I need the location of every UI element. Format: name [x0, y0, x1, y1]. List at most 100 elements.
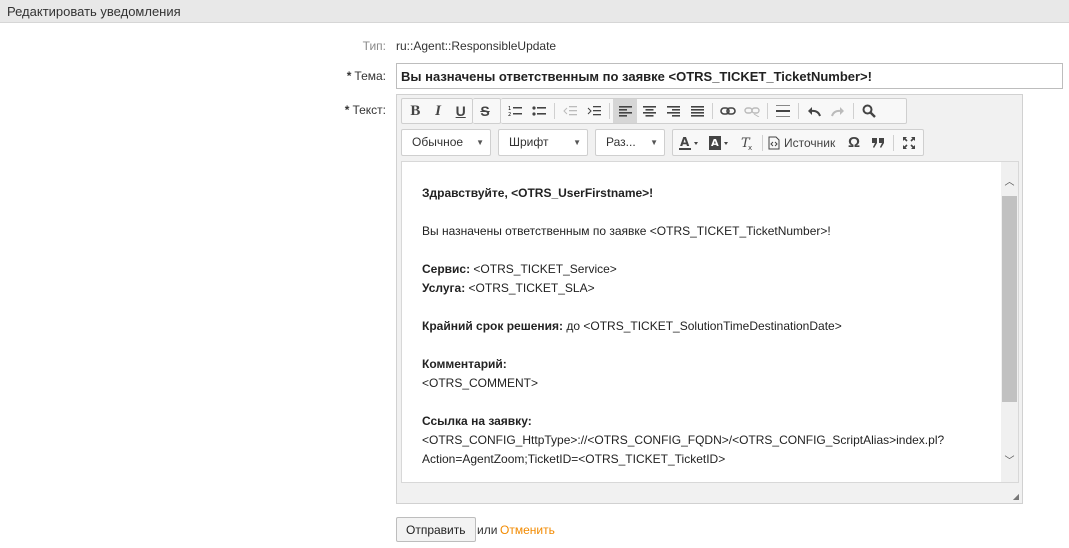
strike-button[interactable]: S: [473, 99, 497, 123]
chevron-down-icon: ▼: [573, 138, 581, 147]
align-center-icon: [642, 105, 656, 117]
text-label-text: Текст:: [352, 103, 386, 117]
toolbar-separator: [893, 134, 894, 151]
service-label: Сервис:: [422, 262, 471, 276]
justify-button[interactable]: [685, 99, 709, 123]
link-label: Ссылка на заявку:: [422, 414, 532, 428]
comment-value: <OTRS_COMMENT>: [422, 376, 539, 390]
toolbar-group-basic: B I U: [401, 98, 473, 124]
horizontal-rule-icon: [776, 105, 790, 117]
remove-format-button[interactable]: Tx: [735, 131, 759, 155]
source-button[interactable]: Источник: [766, 131, 842, 155]
quote-icon: [872, 137, 884, 148]
greeting-text: Здравствуйте, <OTRS_UserFirstname>!: [422, 186, 654, 200]
redo-button[interactable]: [826, 99, 850, 123]
outdent-button[interactable]: [558, 99, 582, 123]
toolbar-separator: [767, 103, 768, 119]
align-left-icon: [618, 105, 632, 117]
source-icon: [768, 136, 780, 149]
indent-button[interactable]: [582, 99, 606, 123]
unlink-button[interactable]: [740, 99, 764, 123]
svg-text:A: A: [711, 138, 719, 149]
type-value: ru::Agent::ResponsibleUpdate: [396, 39, 557, 53]
source-label: Источник: [784, 135, 836, 150]
toolbar-separator: [762, 134, 763, 151]
chevron-down-icon: ▼: [476, 138, 484, 147]
bg-color-icon: A: [709, 135, 728, 150]
type-label: Тип:: [362, 39, 386, 53]
italic-button[interactable]: I: [427, 99, 450, 123]
link-line-1: <OTRS_CONFIG_HttpType>://<OTRS_CONFIG_FQ…: [422, 433, 945, 447]
toolbar-separator: [853, 103, 854, 119]
find-button[interactable]: [857, 99, 881, 123]
chevron-down-icon: ▼: [650, 138, 658, 147]
maximize-button[interactable]: [897, 131, 921, 155]
underline-button[interactable]: U: [449, 99, 472, 123]
font-select[interactable]: Шрифт ▼: [498, 129, 588, 156]
maximize-icon: [903, 136, 915, 149]
required-mark: *: [344, 103, 350, 117]
text-label: * Текст:: [236, 103, 386, 117]
scrollbar-thumb[interactable]: [1002, 196, 1017, 402]
omega-icon: Ω: [847, 134, 861, 151]
subject-label: * Тема:: [236, 69, 386, 83]
blockquote-button[interactable]: [866, 131, 890, 155]
format-select[interactable]: Обычное ▼: [401, 129, 491, 156]
toolbar-separator: [554, 103, 555, 119]
link-line-2: Action=AgentZoom;TicketID=<OTRS_TICKET_T…: [422, 452, 726, 466]
search-icon: [862, 104, 876, 118]
size-select[interactable]: Раз... ▼: [595, 129, 665, 156]
toolbar-separator: [712, 103, 713, 119]
chevron-down-icon[interactable]: ﹀: [1001, 453, 1018, 470]
service-value: <OTRS_TICKET_Service>: [470, 262, 617, 276]
toolbar-group-style: A A Tx Источник Ω: [672, 129, 924, 156]
subject-label-text: Тема:: [354, 69, 386, 83]
assigned-text: Вы назначены ответственным по заявке <OT…: [422, 224, 831, 238]
bold-button[interactable]: B: [404, 99, 427, 123]
cancel-link[interactable]: Отменить: [500, 523, 555, 537]
toolbar-group-strike: S: [473, 98, 501, 124]
chevron-up-icon[interactable]: ︿: [1001, 174, 1018, 191]
sla-value: <OTRS_TICKET_SLA>: [465, 281, 595, 295]
bg-color-button[interactable]: A: [705, 131, 735, 155]
text-color-icon: A: [679, 136, 698, 150]
svg-text:A: A: [680, 136, 690, 149]
svg-text:x: x: [748, 144, 752, 150]
bullet-list-button[interactable]: [527, 99, 551, 123]
svg-text:2: 2: [508, 112, 511, 117]
numbered-list-icon: 12: [508, 106, 522, 117]
font-select-value: Шрифт: [509, 135, 549, 149]
numbered-list-button[interactable]: 12: [503, 99, 527, 123]
horizontal-rule-button[interactable]: [771, 99, 795, 123]
align-center-button[interactable]: [637, 99, 661, 123]
undo-icon: [808, 107, 821, 117]
toolbar-separator: [609, 103, 610, 119]
indent-icon: [587, 106, 601, 116]
format-select-value: Обычное: [412, 135, 464, 149]
comment-label: Комментарий:: [422, 357, 507, 371]
deadline-label: Крайний срок решения:: [422, 319, 564, 333]
sla-label: Услуга:: [422, 281, 466, 295]
editor-scrollbar[interactable]: ︿ ﹀: [1001, 162, 1018, 482]
link-icon: [720, 107, 736, 115]
rich-text-editor: B I U S 12 Обычное ▼ Шрифт ▼ Раз... ▼ A …: [396, 94, 1023, 504]
align-right-icon: [666, 105, 680, 117]
subject-input[interactable]: [396, 63, 1063, 89]
or-text: или: [477, 523, 498, 537]
submit-button[interactable]: Отправить: [396, 517, 476, 542]
text-color-button[interactable]: A: [675, 131, 705, 155]
toolbar-separator: [798, 103, 799, 119]
remove-format-icon: Tx: [741, 136, 752, 150]
toolbar-group-para: 12: [501, 98, 907, 124]
page-header: Редактировать уведомления: [0, 0, 1069, 23]
size-select-value: Раз...: [606, 135, 636, 149]
align-right-button[interactable]: [661, 99, 685, 123]
link-button[interactable]: [716, 99, 740, 123]
align-left-button[interactable]: [613, 99, 637, 123]
undo-button[interactable]: [802, 99, 826, 123]
editor-body: Здравствуйте, <OTRS_UserFirstname>! Вы н…: [422, 184, 1002, 469]
resize-handle-icon[interactable]: ◢: [1013, 492, 1019, 501]
required-mark: *: [346, 69, 352, 83]
special-char-button[interactable]: Ω: [842, 131, 866, 155]
editor-content[interactable]: Здравствуйте, <OTRS_UserFirstname>! Вы н…: [401, 161, 1019, 483]
